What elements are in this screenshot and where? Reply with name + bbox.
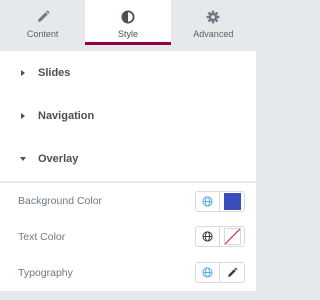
- tab-style[interactable]: Style: [85, 0, 171, 45]
- global-colors-button[interactable]: [196, 227, 220, 246]
- background-color-control: [195, 191, 245, 212]
- global-colors-button[interactable]: [196, 192, 220, 211]
- no-color-icon: [223, 228, 241, 245]
- typography-label: Typography: [18, 267, 73, 279]
- tab-advanced[interactable]: Advanced: [171, 0, 256, 45]
- globe-icon: [202, 267, 213, 278]
- section-overlay[interactable]: Overlay: [0, 137, 256, 181]
- pencil-icon: [37, 10, 50, 22]
- text-color-label: Text Color: [18, 231, 66, 243]
- control-typography: Typography: [0, 255, 256, 291]
- text-color-swatch-button[interactable]: [220, 227, 244, 246]
- globe-icon: [202, 196, 213, 207]
- panel-tabs: Content Style Advanced: [0, 0, 256, 45]
- tab-content[interactable]: Content: [0, 0, 85, 45]
- gear-icon: [206, 10, 220, 24]
- globe-icon: [202, 231, 213, 242]
- color-swatch: [223, 193, 241, 210]
- background-color-swatch-button[interactable]: [220, 192, 244, 211]
- tab-advanced-label: Advanced: [193, 29, 234, 39]
- tab-content-label: Content: [26, 29, 59, 39]
- section-navigation[interactable]: Navigation: [0, 94, 256, 138]
- section-slides-title: Slides: [38, 67, 71, 79]
- background-color-label: Background Color: [18, 195, 103, 207]
- control-background-color: Background Color: [0, 183, 256, 219]
- caret-right-icon: [18, 94, 38, 138]
- global-fonts-button[interactable]: [196, 263, 220, 282]
- caret-down-icon: [18, 137, 38, 181]
- contrast-icon: [121, 10, 135, 24]
- pencil-icon: [227, 267, 237, 277]
- tab-style-label: Style: [117, 29, 138, 39]
- typography-edit-button[interactable]: [220, 263, 244, 282]
- caret-right-icon: [18, 51, 38, 95]
- section-overlay-title: Overlay: [38, 153, 79, 165]
- section-slides[interactable]: Slides: [0, 51, 256, 95]
- text-color-control: [195, 226, 245, 247]
- section-navigation-title: Navigation: [38, 110, 95, 122]
- control-text-color: Text Color: [0, 219, 256, 255]
- typography-control: [195, 262, 245, 283]
